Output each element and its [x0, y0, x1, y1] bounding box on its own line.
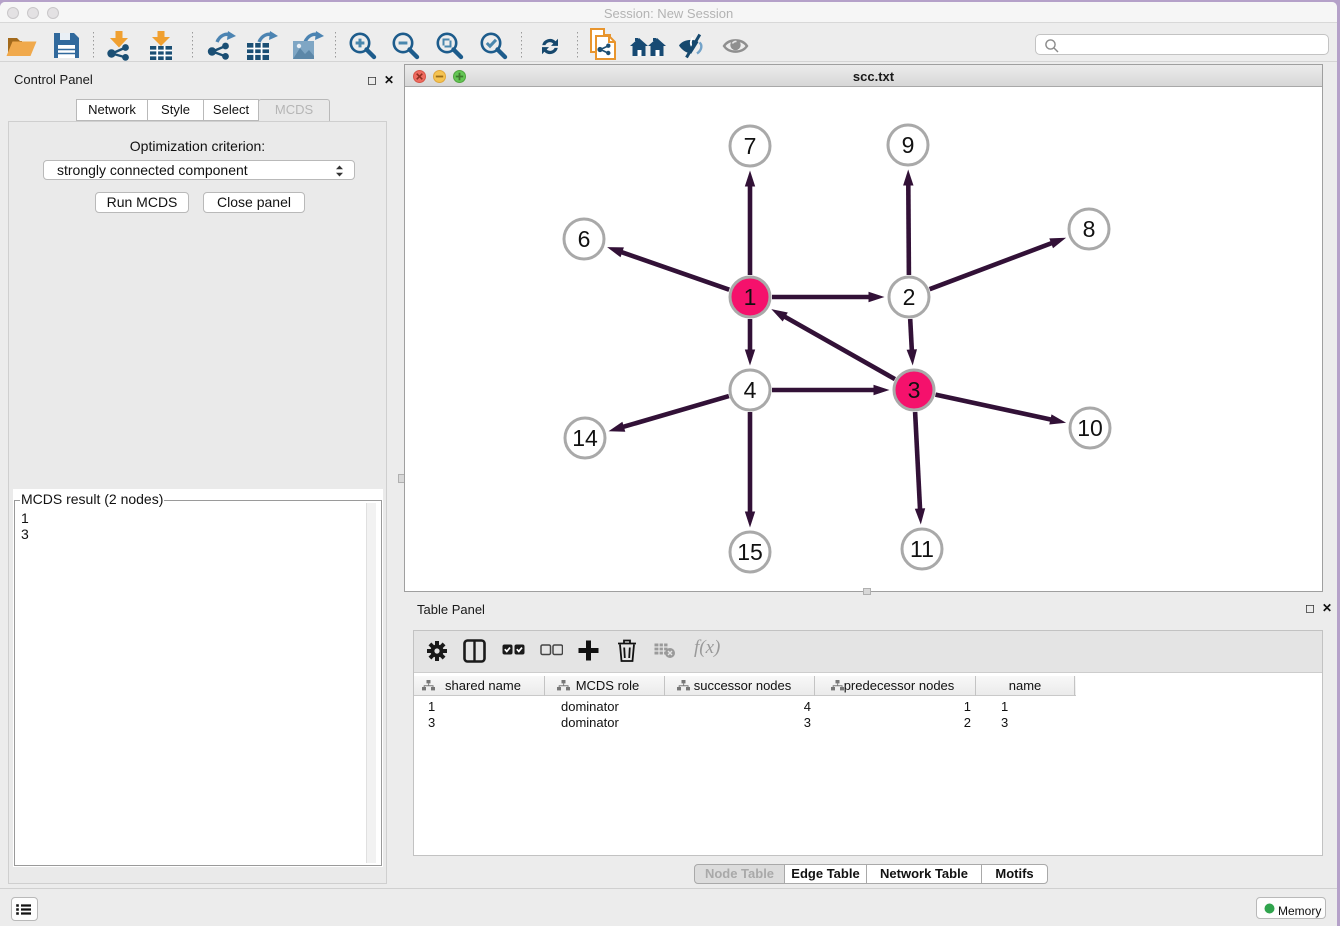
- svg-text:14: 14: [572, 425, 598, 451]
- svg-text:9: 9: [902, 132, 915, 158]
- svg-text:10: 10: [1077, 415, 1103, 441]
- svg-text:2: 2: [903, 284, 916, 310]
- svg-text:1: 1: [744, 284, 757, 310]
- svg-text:15: 15: [737, 539, 763, 565]
- svg-text:4: 4: [744, 377, 757, 403]
- svg-text:7: 7: [744, 133, 757, 159]
- svg-text:3: 3: [908, 377, 921, 403]
- svg-text:6: 6: [578, 226, 591, 252]
- svg-text:8: 8: [1083, 216, 1096, 242]
- svg-text:11: 11: [910, 536, 934, 562]
